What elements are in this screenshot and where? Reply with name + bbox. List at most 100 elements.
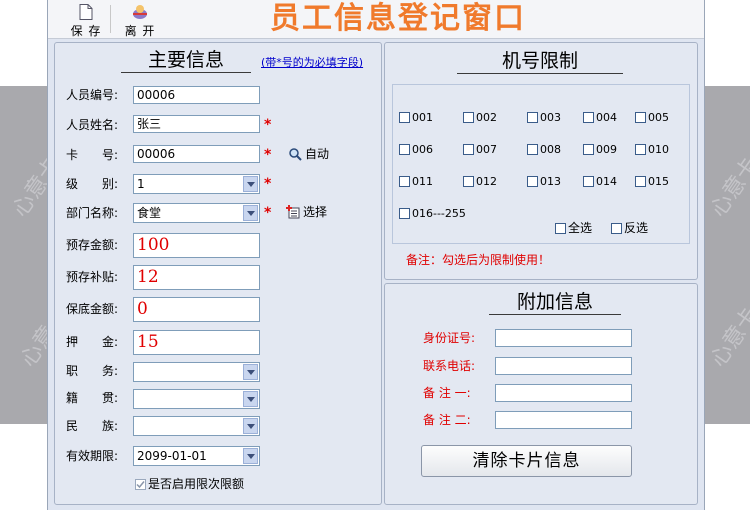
clear-card-button[interactable]: 清除卡片信息 xyxy=(421,445,632,477)
emp-name-input[interactable]: 张三 xyxy=(133,115,260,133)
prepaid-label: 预存金额: xyxy=(66,238,119,252)
required-star: * xyxy=(264,147,272,163)
save-icon xyxy=(79,4,93,20)
deposit-label: 押 金: xyxy=(66,335,119,349)
auto-button[interactable]: 自动 xyxy=(288,145,329,163)
machine-checkbox[interactable]: 010 xyxy=(635,143,669,156)
id-card-label: 身份证号: xyxy=(423,331,476,345)
checkbox-icon[interactable] xyxy=(635,176,646,187)
emp-no-input[interactable]: 00006 xyxy=(133,86,260,104)
note2-input[interactable] xyxy=(495,411,632,429)
machine-checkbox[interactable]: 003 xyxy=(527,111,561,124)
deposit-input[interactable]: 15 xyxy=(133,330,260,355)
checkbox-icon[interactable] xyxy=(399,176,410,187)
select-all-checkbox[interactable]: 全选 xyxy=(555,222,592,235)
checkbox-icon[interactable] xyxy=(583,176,594,187)
checkbox-checked-icon[interactable] xyxy=(135,479,146,490)
magnifier-icon xyxy=(289,148,302,161)
machine-checkbox[interactable]: 004 xyxy=(583,111,617,124)
machine-checkbox[interactable]: 014 xyxy=(583,175,617,188)
dept-value: 食堂 xyxy=(137,206,162,220)
note1-input[interactable] xyxy=(495,384,632,402)
checkbox-icon[interactable] xyxy=(527,144,538,155)
save-button[interactable]: 保 存 xyxy=(64,3,108,38)
machine-label: 006 xyxy=(412,143,433,156)
main-info-group: 主要信息 (带*号的为必填字段) 人员编号: 00006 人员姓名: 张三 * … xyxy=(54,42,382,505)
ethnic-select[interactable] xyxy=(133,416,260,436)
required-star: * xyxy=(264,176,272,192)
window-title: 员工信息登记窗口 xyxy=(270,1,526,36)
machine-checkbox[interactable]: 009 xyxy=(583,143,617,156)
checkbox-icon[interactable] xyxy=(635,144,646,155)
checkbox-icon[interactable] xyxy=(583,112,594,123)
origin-select[interactable] xyxy=(133,389,260,409)
machine-checkbox[interactable]: 011 xyxy=(399,175,433,188)
machine-checkbox[interactable]: 016---255 xyxy=(399,207,466,220)
machine-checkbox[interactable]: 015 xyxy=(635,175,669,188)
machine-limit-group: 机号限制 001 002 003 004 005 006 007 008 009… xyxy=(384,42,698,280)
checkbox-icon[interactable] xyxy=(527,176,538,187)
machine-label: 011 xyxy=(412,175,433,188)
checkbox-icon[interactable] xyxy=(463,144,474,155)
chevron-down-icon[interactable] xyxy=(243,176,258,192)
machine-checkbox[interactable]: 012 xyxy=(463,175,497,188)
level-value: 1 xyxy=(137,177,145,191)
limit-checkbox-label: 是否启用限次限额 xyxy=(148,477,245,491)
chevron-down-icon[interactable] xyxy=(243,448,258,464)
subsidy-input[interactable]: 12 xyxy=(133,265,260,290)
checkbox-icon[interactable] xyxy=(611,223,622,234)
card-no-label: 卡 号: xyxy=(66,148,119,162)
chevron-down-icon[interactable] xyxy=(243,418,258,434)
card-no-input[interactable]: 00006 xyxy=(133,145,260,163)
invert-checkbox[interactable]: 反选 xyxy=(611,222,648,235)
id-card-input[interactable] xyxy=(495,329,632,347)
checkbox-icon[interactable] xyxy=(399,144,410,155)
machine-label: 002 xyxy=(476,111,497,124)
machine-label: 013 xyxy=(540,175,561,188)
machine-label: 010 xyxy=(648,143,669,156)
machine-checkbox[interactable]: 013 xyxy=(527,175,561,188)
add-list-icon xyxy=(286,205,300,219)
machine-checkbox[interactable]: 008 xyxy=(527,143,561,156)
checkbox-icon[interactable] xyxy=(583,144,594,155)
machine-checkbox[interactable]: 001 xyxy=(399,111,433,124)
machine-label: 012 xyxy=(476,175,497,188)
prepaid-input[interactable]: 100 xyxy=(133,233,260,258)
limit-checkbox[interactable]: 是否启用限次限额 xyxy=(135,478,244,491)
level-select[interactable]: 1 xyxy=(133,174,260,194)
expiry-select[interactable]: 2099-01-01 xyxy=(133,446,260,466)
chevron-down-icon[interactable] xyxy=(243,205,258,221)
chevron-down-icon[interactable] xyxy=(243,364,258,380)
min-amount-input[interactable]: 0 xyxy=(133,297,260,322)
checkbox-icon[interactable] xyxy=(635,112,646,123)
auto-label: 自动 xyxy=(305,147,330,161)
checkbox-icon[interactable] xyxy=(555,223,566,234)
expiry-label: 有效期限: xyxy=(66,449,119,463)
emp-no-label: 人员编号: xyxy=(66,88,119,102)
select-dept-button[interactable]: 选择 xyxy=(286,203,327,221)
toolbar-separator xyxy=(110,5,111,33)
dept-select[interactable]: 食堂 xyxy=(133,203,260,223)
checkbox-icon[interactable] xyxy=(527,112,538,123)
dept-label: 部门名称: xyxy=(66,206,119,220)
checkbox-icon[interactable] xyxy=(463,112,474,123)
machine-label: 005 xyxy=(648,111,669,124)
position-select[interactable] xyxy=(133,362,260,382)
save-label: 保 存 xyxy=(70,24,102,38)
machine-list-frame: 001 002 003 004 005 006 007 008 009 010 … xyxy=(392,84,690,244)
min-amount-label: 保底金额: xyxy=(66,302,119,316)
machine-checkbox[interactable]: 002 xyxy=(463,111,497,124)
checkbox-icon[interactable] xyxy=(399,208,410,219)
phone-input[interactable] xyxy=(495,357,632,375)
required-hint-link[interactable]: (带*号的为必填字段) xyxy=(261,54,363,70)
machine-checkbox[interactable]: 005 xyxy=(635,111,669,124)
chevron-down-icon[interactable] xyxy=(243,391,258,407)
required-star: * xyxy=(264,205,272,221)
machine-checkbox[interactable]: 006 xyxy=(399,143,433,156)
invert-label: 反选 xyxy=(624,221,649,235)
checkbox-icon[interactable] xyxy=(399,112,410,123)
checkbox-icon[interactable] xyxy=(463,176,474,187)
exit-icon xyxy=(133,5,147,19)
exit-button[interactable]: 离 开 xyxy=(118,3,162,38)
machine-checkbox[interactable]: 007 xyxy=(463,143,497,156)
